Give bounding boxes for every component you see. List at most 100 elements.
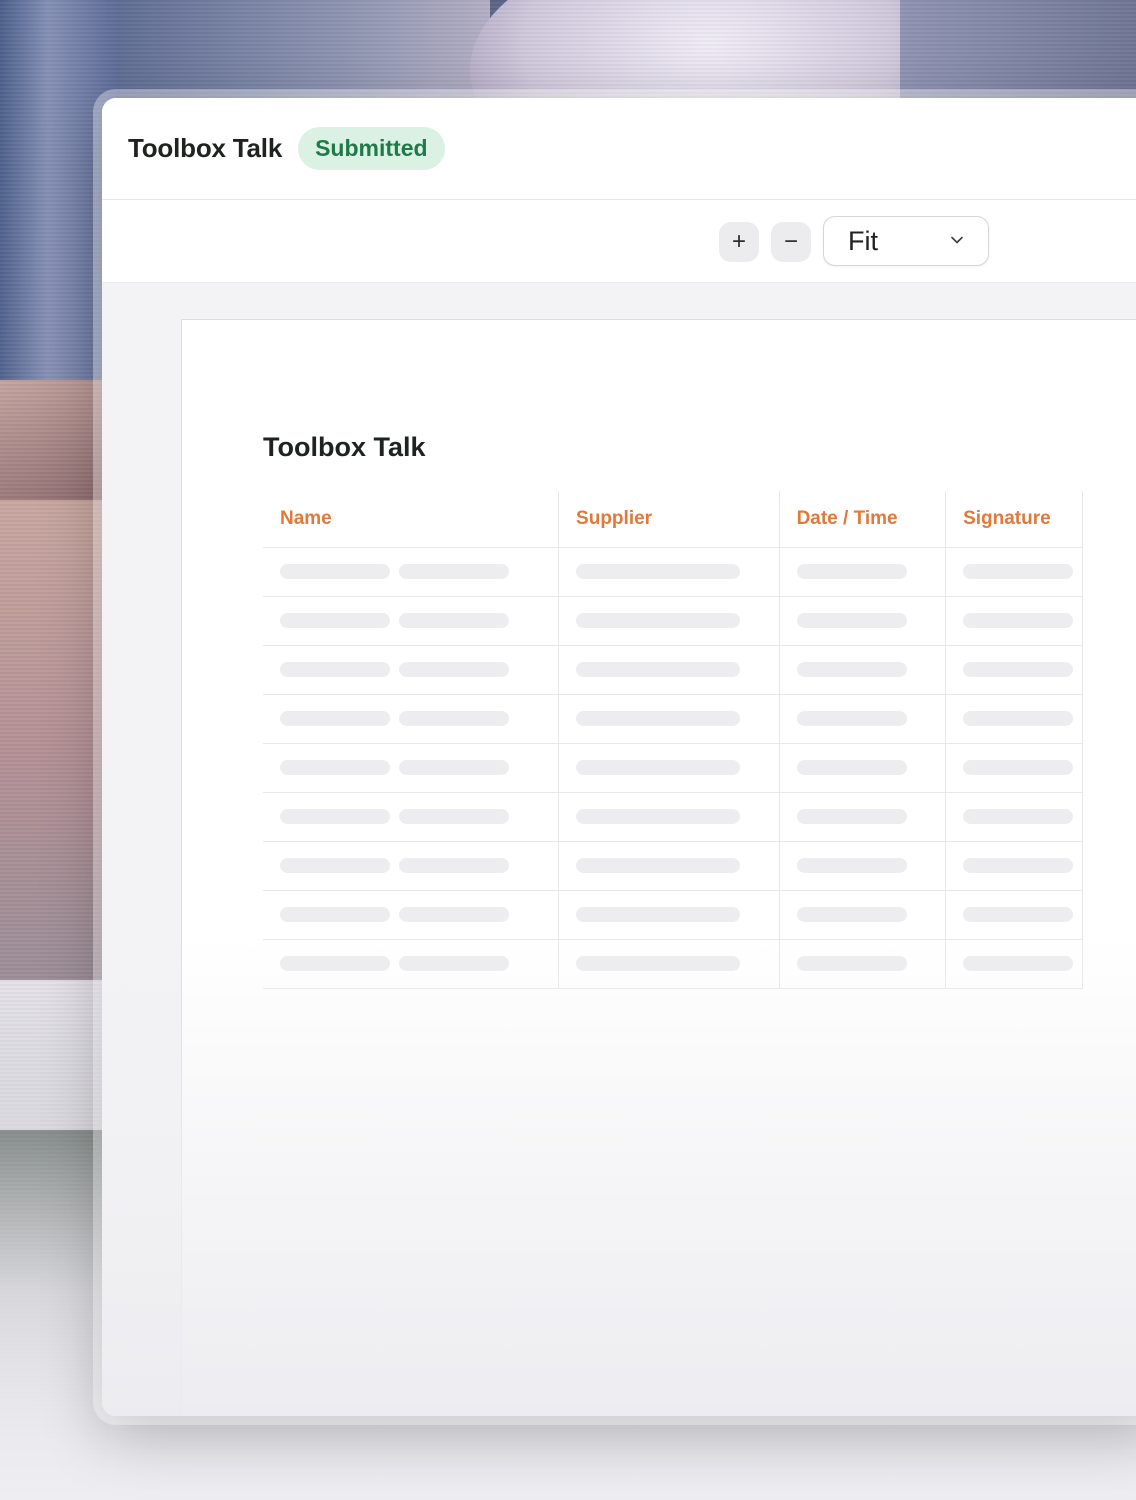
viewer-toolbar: + − Fit [102, 200, 1136, 283]
table-cell-skeleton [779, 694, 947, 744]
table-cell-skeleton [558, 841, 780, 891]
skeleton-placeholder [399, 613, 509, 629]
skeleton-placeholder [576, 809, 741, 825]
table-cell-skeleton [945, 694, 1083, 744]
zoom-select-value: Fit [848, 225, 878, 256]
table-cell-skeleton [945, 547, 1083, 597]
table-cell-skeleton [558, 792, 780, 842]
table-cell-skeleton [558, 645, 780, 695]
skeleton-placeholder [576, 564, 741, 580]
table-cell-skeleton [263, 792, 560, 842]
skeleton-placeholder [963, 662, 1074, 678]
table-cell-skeleton [263, 890, 560, 940]
skeleton-placeholder [576, 907, 741, 923]
skeleton-placeholder [280, 564, 390, 580]
table-cell-skeleton [945, 596, 1083, 646]
column-header-name: Name [263, 491, 560, 548]
document-canvas[interactable]: Toolbox Talk Name Supplier Date / Time S… [102, 283, 1136, 1416]
skeleton-placeholder [280, 907, 390, 923]
attendance-table: Name Supplier Date / Time Signature [263, 491, 1083, 989]
zoom-select[interactable]: Fit [823, 216, 989, 266]
table-cell-skeleton [779, 841, 947, 891]
skeleton-placeholder [280, 858, 390, 874]
skeleton-placeholder [399, 760, 509, 776]
table-row [263, 939, 1083, 989]
table-cell-skeleton [558, 939, 780, 989]
table-row [263, 743, 1083, 793]
skeleton-placeholder [399, 907, 509, 923]
table-cell-skeleton [779, 596, 947, 646]
table-row [263, 890, 1083, 940]
table-cell-skeleton [558, 743, 780, 793]
column-header-date-time: Date / Time [779, 491, 947, 548]
skeleton-placeholder [796, 907, 907, 923]
app-window: Toolbox Talk Submitted + − Fit Toolbox T… [102, 98, 1136, 1416]
table-cell-skeleton [779, 645, 947, 695]
table-cell-skeleton [263, 645, 560, 695]
table-cell-skeleton [945, 645, 1083, 695]
table-cell-skeleton [558, 890, 780, 940]
skeleton-placeholder [280, 662, 390, 678]
zoom-in-button[interactable]: + [719, 222, 759, 262]
skeleton-placeholder [399, 809, 509, 825]
zoom-out-button[interactable]: − [771, 222, 811, 262]
column-header-signature: Signature [945, 491, 1083, 548]
table-cell-skeleton [945, 939, 1083, 989]
document-title: Toolbox Talk [263, 432, 426, 462]
table-cell-skeleton [558, 596, 780, 646]
skeleton-placeholder [280, 613, 390, 629]
skeleton-placeholder [280, 956, 390, 972]
window-header: Toolbox Talk Submitted [102, 98, 1136, 200]
chevron-down-icon [951, 236, 963, 244]
skeleton-placeholder [963, 613, 1074, 629]
skeleton-placeholder [963, 564, 1074, 580]
table-cell-skeleton [779, 890, 947, 940]
table-row [263, 547, 1083, 597]
skeleton-placeholder [963, 956, 1074, 972]
skeleton-placeholder [963, 858, 1074, 874]
status-badge: Submitted [298, 127, 445, 170]
table-cell-skeleton [263, 694, 560, 744]
table-body [263, 547, 1083, 989]
skeleton-placeholder [280, 711, 390, 727]
table-cell-skeleton [945, 841, 1083, 891]
skeleton-placeholder [576, 711, 741, 727]
skeleton-placeholder [399, 956, 509, 972]
skeleton-placeholder [576, 613, 741, 629]
skeleton-placeholder [280, 809, 390, 825]
skeleton-placeholder [963, 760, 1074, 776]
skeleton-placeholder [963, 907, 1074, 923]
skeleton-placeholder [399, 564, 509, 580]
skeleton-placeholder [796, 858, 907, 874]
skeleton-placeholder [280, 760, 390, 776]
skeleton-placeholder [963, 809, 1074, 825]
table-row [263, 596, 1083, 646]
table-row [263, 792, 1083, 842]
table-header-row: Name Supplier Date / Time Signature [263, 491, 1083, 548]
skeleton-placeholder [576, 956, 741, 972]
skeleton-placeholder [576, 760, 741, 776]
skeleton-placeholder [796, 760, 907, 776]
skeleton-placeholder [576, 662, 741, 678]
table-cell-skeleton [263, 596, 560, 646]
skeleton-placeholder [796, 564, 907, 580]
skeleton-placeholder [796, 662, 907, 678]
table-cell-skeleton [558, 547, 780, 597]
table-cell-skeleton [945, 792, 1083, 842]
skeleton-placeholder [796, 613, 907, 629]
table-cell-skeleton [945, 743, 1083, 793]
table-row [263, 694, 1083, 744]
table-cell-skeleton [779, 547, 947, 597]
table-row [263, 841, 1083, 891]
document-page: Toolbox Talk Name Supplier Date / Time S… [181, 319, 1136, 1416]
skeleton-placeholder [399, 711, 509, 727]
column-header-supplier: Supplier [558, 491, 780, 548]
table-cell-skeleton [779, 792, 947, 842]
table-cell-skeleton [779, 743, 947, 793]
table-cell-skeleton [263, 939, 560, 989]
skeleton-placeholder [963, 711, 1074, 727]
table-cell-skeleton [779, 939, 947, 989]
table-cell-skeleton [558, 694, 780, 744]
skeleton-placeholder [399, 662, 509, 678]
table-cell-skeleton [263, 743, 560, 793]
